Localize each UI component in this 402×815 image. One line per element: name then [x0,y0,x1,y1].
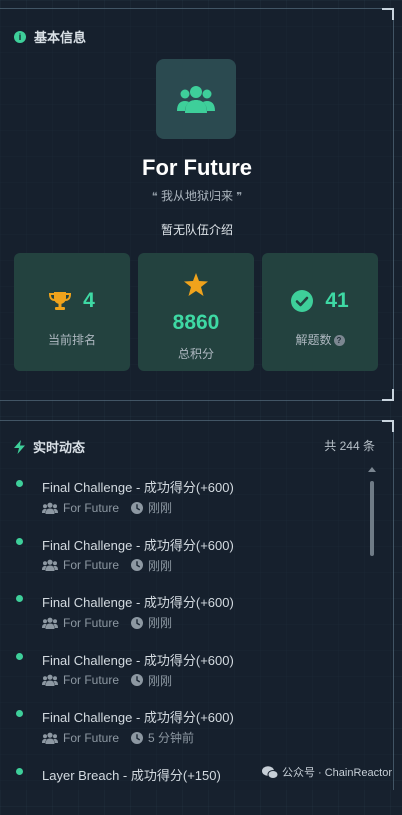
check-circle-icon [291,290,314,312]
activity-team: For Future [63,558,120,573]
solved-label-text: 解题数 [295,333,332,347]
activity-item[interactable]: Final Challenge - 成功得分(+600) For Future 刚刚 [0,527,360,585]
activity-team: For Future [63,673,120,688]
activity-count: 共 244 条 [324,439,375,453]
clock-icon [131,501,144,514]
activity-meta: For Future 刚刚 [42,499,172,516]
panel-corner [382,8,394,20]
clock-icon [131,616,144,629]
team-motto: ❝ 我从地狱归来 ❞ [0,187,394,204]
status-dot [16,595,23,603]
activity-time: 刚刚 [148,673,173,688]
stat-card-solved: 41 解题数? [262,253,378,371]
activity-header: 实时动态 [14,437,85,456]
team-name: For Future [142,155,252,180]
activity-time: 刚刚 [148,501,173,515]
activity-item[interactable]: Final Challenge - 成功得分(+600) For Future 刚刚 [0,642,360,700]
lightning-icon [14,439,25,454]
watermark-text: 公众号 · ChainReactor [281,767,392,779]
activity-title: Final Challenge - 成功得分(+600) [42,710,234,726]
activity-title: Final Challenge - 成功得分(+600) [42,595,234,611]
rank-label: 当前排名 [47,333,96,347]
users-icon [42,502,58,514]
basic-info-header: i 基本信息 [14,27,86,46]
panel-corner [382,389,394,401]
solved-label: 解题数? [262,331,378,348]
section-title: 基本信息 [34,30,87,45]
status-dot [16,710,23,718]
quote-right-icon: ❞ [236,191,243,203]
activity-team: For Future [63,500,120,515]
status-dot [16,480,23,487]
activity-title: Layer Breach - 成功得分(+150) [42,768,221,783]
help-icon[interactable]: ? [333,335,345,346]
activity-meta: For Future 刚刚 [42,614,172,631]
users-icon [42,674,58,687]
stat-card-score: 8860 总积分 [138,253,254,371]
trophy-icon [49,292,72,310]
motto-text: 我从地狱归来 [160,189,233,203]
activity-meta: For Future 5 分钟前 [42,729,194,746]
section-title: 实时动态 [33,440,86,455]
activity-title: Final Challenge - 成功得分(+600) [42,652,234,668]
info-icon: i [14,30,26,43]
watermark: 公众号 · ChainReactor [261,764,392,780]
activity-title: Final Challenge - 成功得分(+600) [42,480,234,495]
status-dot [16,768,23,775]
score-label: 总积分 [177,347,214,361]
activity-meta: For Future 刚刚 [42,557,172,574]
users-icon [177,86,215,113]
activity-meta: For Future 刚刚 [42,672,172,689]
activity-team: For Future [63,615,120,630]
activity-item[interactable]: Final Challenge - 成功得分(+600) For Future 刚刚 [0,584,360,642]
activity-team: For Future [63,730,120,745]
activity-item[interactable]: Final Challenge - 成功得分(+600) For Future 5 … [0,699,360,757]
status-dot [16,652,23,660]
users-icon [42,617,58,629]
activity-title: Final Challenge - 成功得分(+600) [42,537,234,553]
score-value: 8860 [172,311,220,334]
team-avatar [156,59,236,139]
activity-time: 刚刚 [148,616,173,631]
stat-card-rank: 4 当前排名 [14,253,130,371]
clock-icon [131,559,144,572]
clock-icon [131,731,144,744]
users-icon [42,732,58,744]
quote-left-icon: ❝ [151,191,158,203]
scrollbar-thumb[interactable] [370,481,374,556]
star-icon [184,273,208,296]
activity-panel: 实时动态 共 244 条 Final Challenge - 成功得分(+600… [0,420,394,790]
panel-corner [382,420,394,432]
basic-info-panel: i 基本信息 For Future ❝ 我从地狱归来 ❞ 暂无队伍介绍 4 当前… [0,8,394,401]
team-intro: 暂无队伍介绍 [160,223,233,237]
users-icon [42,559,58,572]
activity-time: 刚刚 [148,558,173,573]
clock-icon [131,674,144,687]
scroll-up-arrow[interactable] [368,467,376,472]
solved-value: 41 [325,289,349,312]
activity-time: 5 分钟前 [148,731,195,746]
activity-item[interactable]: Final Challenge - 成功得分(+600) For Future 刚刚 [0,469,360,527]
rank-value: 4 [83,289,95,312]
status-dot [16,537,23,545]
wechat-icon [261,765,278,779]
